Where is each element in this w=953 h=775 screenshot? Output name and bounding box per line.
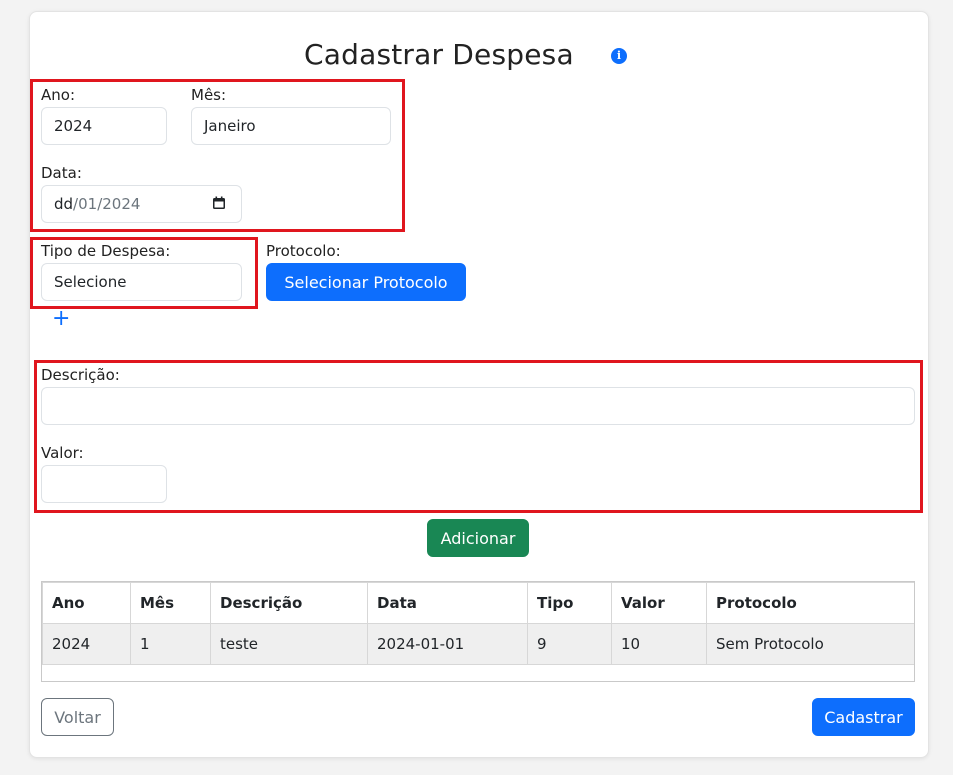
table-header-row: Ano Mês Descrição Data Tipo Valor Protoc… (42, 582, 914, 624)
submit-button[interactable]: Cadastrar (812, 698, 915, 736)
select-protocol-button[interactable]: Selecionar Protocolo (266, 263, 466, 301)
col-valor-header: Valor (611, 582, 707, 624)
tipo-label: Tipo de Despesa: (41, 242, 171, 260)
cell-valor: 10 (611, 623, 707, 665)
valor-label: Valor: (41, 444, 84, 462)
highlight-descricao-group (34, 360, 923, 513)
mes-label: Mês: (191, 86, 227, 104)
expenses-table-wrapper: Ano Mês Descrição Data Tipo Valor Protoc… (41, 581, 915, 682)
valor-field[interactable] (41, 465, 167, 503)
col-mes-header: Mês (130, 582, 211, 624)
cell-descricao: teste (210, 623, 368, 665)
add-expense-button[interactable]: Adicionar (427, 519, 529, 557)
info-icon[interactable]: i (611, 48, 627, 64)
calendar-icon[interactable] (212, 196, 226, 210)
col-ano-header: Ano (42, 582, 131, 624)
expenses-table: Ano Mês Descrição Data Tipo Valor Protoc… (42, 582, 914, 665)
mes-field[interactable]: Janeiro (191, 107, 391, 145)
col-protocolo-header: Protocolo (706, 582, 914, 624)
tipo-select[interactable]: Selecione (41, 263, 242, 301)
data-day-placeholder: dd (54, 195, 74, 213)
descricao-field[interactable] (41, 387, 915, 425)
descricao-label: Descrição: (41, 366, 120, 384)
protocolo-label: Protocolo: (266, 242, 341, 260)
cell-protocolo: Sem Protocolo (706, 623, 914, 665)
col-descricao-header: Descrição (210, 582, 368, 624)
cell-mes: 1 (130, 623, 211, 665)
ano-label: Ano: (41, 86, 75, 104)
cell-tipo: 9 (527, 623, 612, 665)
col-data-header: Data (367, 582, 528, 624)
data-label: Data: (41, 164, 82, 182)
ano-field[interactable]: 2024 (41, 107, 167, 145)
cell-data: 2024-01-01 (367, 623, 528, 665)
col-tipo-header: Tipo (527, 582, 612, 624)
cell-ano: 2024 (42, 623, 131, 665)
page-title: Cadastrar Despesa (304, 38, 574, 71)
back-button[interactable]: Voltar (41, 698, 114, 736)
data-rest-value: /01/2024 (73, 195, 141, 213)
plus-icon[interactable]: + (52, 307, 70, 331)
table-row[interactable]: 2024 1 teste 2024-01-01 9 10 Sem Protoco… (42, 623, 914, 665)
